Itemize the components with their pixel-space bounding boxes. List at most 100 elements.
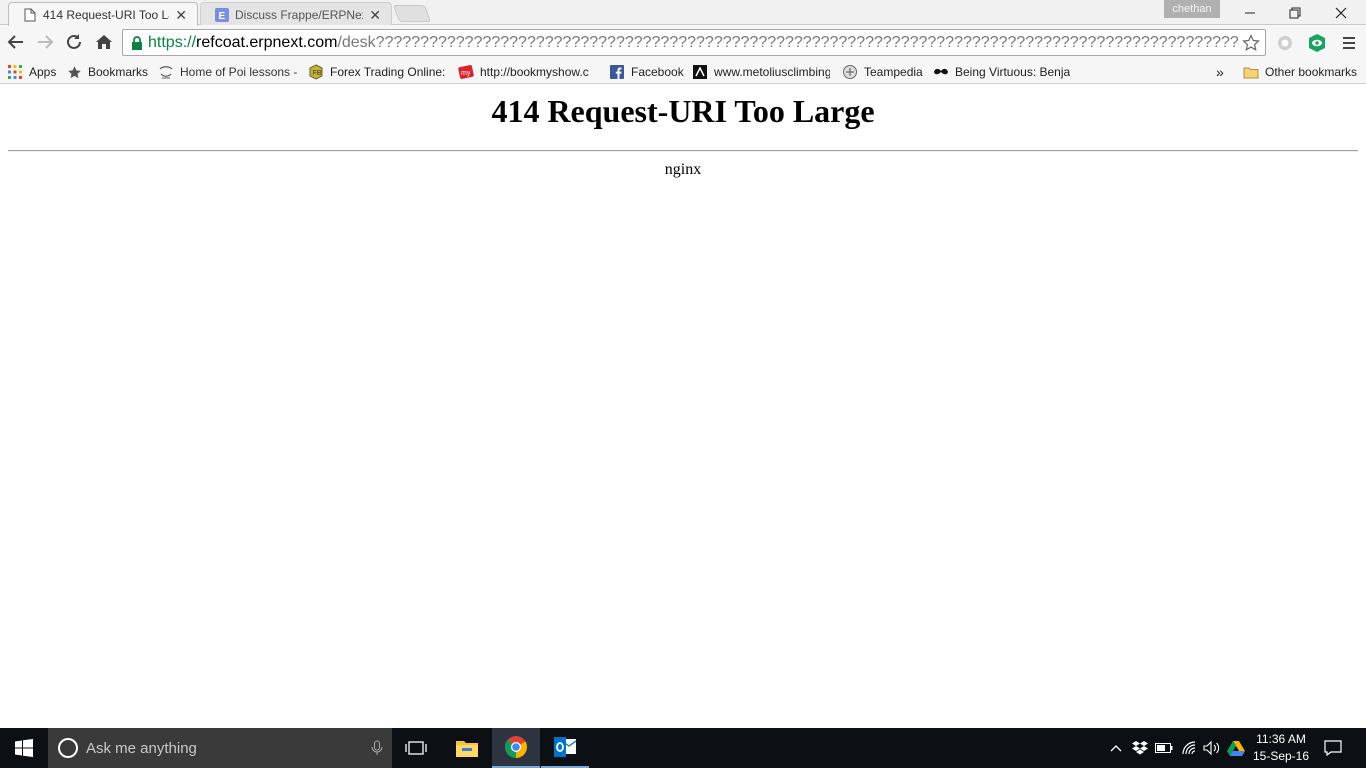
taskbar-file-explorer[interactable] — [443, 728, 491, 768]
bookmark-facebook[interactable]: Facebook — [609, 62, 685, 82]
profile-button[interactable]: chethan — [1164, 0, 1220, 18]
tray-volume[interactable] — [1201, 728, 1223, 768]
tab-active[interactable]: 414 Request-URI Too Larg ✕ — [8, 2, 198, 26]
battery-icon — [1155, 743, 1173, 753]
bookmark-teampedia[interactable]: Teampedia — [842, 62, 926, 82]
apps-grid-icon — [7, 64, 23, 80]
task-view-button[interactable] — [392, 728, 440, 768]
other-bookmarks-folder[interactable]: Other bookmarks — [1243, 62, 1363, 82]
reload-icon — [67, 34, 81, 49]
taskbar-clock[interactable]: 11:36 AM 15-Sep-16 — [1248, 731, 1314, 765]
menu-button[interactable] — [1338, 32, 1360, 54]
windows-logo-icon — [15, 739, 33, 757]
bookmark-poi[interactable]: Home of Poi lessons - — [158, 62, 298, 82]
url-host: refcoat.erpnext.com — [196, 33, 338, 51]
bookmarks-bar: Apps Bookmarks Home of Poi lessons - FB … — [0, 59, 1366, 84]
error-heading: 414 Request-URI Too Large — [491, 93, 875, 129]
bookmarks-overflow-label: » — [1216, 64, 1224, 80]
reload-button[interactable] — [62, 30, 86, 54]
tray-wifi[interactable] — [1179, 728, 1201, 768]
forward-arrow-icon — [38, 35, 54, 49]
close-window-button[interactable] — [1318, 0, 1364, 25]
restore-icon — [1289, 7, 1301, 18]
google-drive-icon — [1227, 741, 1245, 756]
back-button[interactable] — [4, 30, 28, 54]
svg-text:my: my — [461, 70, 471, 77]
svg-text:E: E — [219, 11, 226, 22]
bookmark-being-virtuous[interactable]: Being Virtuous: Benja — [933, 62, 1073, 82]
close-tab-icon[interactable]: ✕ — [175, 8, 187, 22]
windows-taskbar: Ask me anything 11:36 AM 15-Sep-16 — [0, 728, 1366, 768]
dropbox-icon — [1132, 741, 1148, 755]
cortana-search-box[interactable]: Ask me anything — [48, 728, 392, 768]
notification-icon — [1324, 740, 1342, 756]
star-icon — [66, 64, 82, 80]
bookmark-apps[interactable]: Apps — [7, 62, 59, 82]
bookmark-label: Other bookmarks — [1265, 65, 1358, 79]
bookmark-label: Home of Poi lessons - — [180, 65, 298, 79]
action-center-button[interactable] — [1320, 728, 1346, 768]
tab-strip: 414 Request-URI Too Larg ✕ E Discuss Fra… — [0, 0, 1366, 26]
clock-time: 11:36 AM — [1256, 732, 1306, 746]
extension-grey-icon[interactable] — [1274, 32, 1296, 54]
bookmark-label: Forex Trading Online: — [330, 65, 446, 79]
page-content: 414 Request-URI Too Large nginx — [0, 85, 1366, 728]
bookmark-label: Teampedia — [864, 65, 923, 79]
close-tab-icon[interactable]: ✕ — [369, 8, 381, 22]
svg-text:FB: FB — [313, 70, 322, 77]
new-tab-button[interactable] — [392, 5, 432, 22]
teampedia-icon — [842, 64, 858, 80]
outlook-icon — [554, 737, 577, 757]
taskbar-outlook[interactable] — [541, 728, 589, 768]
minimize-icon — [1245, 12, 1255, 13]
document-icon — [23, 8, 37, 22]
back-arrow-icon — [7, 35, 23, 49]
tray-dropbox[interactable] — [1130, 728, 1150, 768]
restore-button[interactable] — [1272, 0, 1318, 25]
facebook-icon — [609, 64, 625, 80]
tray-google-drive[interactable] — [1225, 728, 1247, 768]
bookmark-star-icon[interactable] — [1239, 31, 1263, 55]
bookmark-forex[interactable]: FB Forex Trading Online: — [308, 62, 446, 82]
forward-button[interactable] — [33, 30, 57, 54]
poi-icon — [158, 64, 174, 80]
bookmark-bookmyshow[interactable]: my http://bookmyshow.c — [458, 62, 598, 82]
show-hidden-icons-button[interactable] — [1106, 728, 1126, 768]
speaker-icon — [1203, 741, 1220, 755]
chrome-icon — [505, 736, 527, 758]
bookmark-label: Bookmarks — [88, 65, 149, 79]
address-bar[interactable]: https:// refcoat.erpnext.com /desk??????… — [122, 29, 1266, 56]
bookmark-label: Facebook — [631, 65, 684, 79]
extension-green-eye-icon[interactable] — [1306, 32, 1328, 54]
bookmark-label: Being Virtuous: Benja — [955, 65, 1071, 79]
divider — [8, 150, 1358, 152]
home-icon — [96, 35, 112, 49]
bookmark-label: Apps — [29, 65, 57, 79]
cortana-icon — [58, 738, 78, 758]
taskbar-chrome[interactable] — [492, 728, 540, 768]
lock-icon[interactable] — [126, 32, 148, 54]
forex-icon: FB — [308, 64, 324, 80]
chevron-up-icon — [1110, 745, 1122, 752]
tab-inactive[interactable]: E Discuss Frappe/ERPNext ✕ — [200, 2, 392, 26]
bookmark-label: http://bookmyshow.c — [480, 65, 589, 79]
discuss-favicon-icon: E — [215, 7, 229, 22]
mustache-icon — [933, 64, 949, 80]
server-signature: nginx — [664, 161, 702, 178]
microphone-icon[interactable] — [362, 740, 392, 756]
wifi-icon — [1182, 741, 1196, 755]
home-button[interactable] — [92, 30, 116, 54]
tab-label: 414 Request-URI Too Larg — [43, 7, 169, 22]
file-explorer-icon — [456, 741, 478, 757]
bookmark-label: www.metoliusclimbing — [714, 65, 830, 79]
bookmark-bookmarks[interactable]: Bookmarks — [66, 62, 152, 82]
bookmarks-overflow-button[interactable]: » — [1216, 62, 1230, 82]
minimize-button[interactable] — [1227, 0, 1273, 25]
task-view-icon — [405, 741, 427, 755]
clock-date: 15-Sep-16 — [1252, 749, 1310, 763]
tray-battery[interactable] — [1153, 728, 1175, 768]
start-button[interactable] — [0, 728, 48, 768]
search-placeholder: Ask me anything — [86, 739, 197, 757]
bookmark-metolius[interactable]: www.metoliusclimbing — [692, 62, 830, 82]
hamburger-menu-icon — [1343, 37, 1355, 49]
